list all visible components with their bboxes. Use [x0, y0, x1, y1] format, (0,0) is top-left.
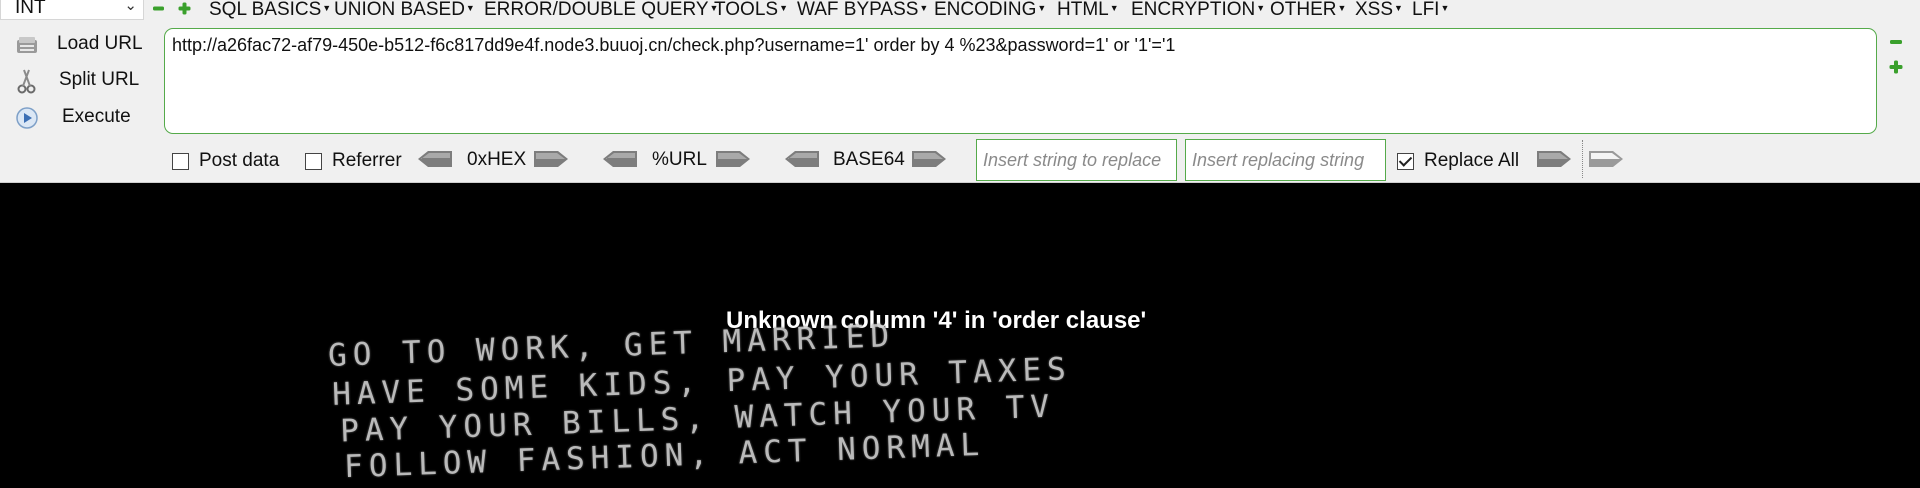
- right-arrow-icon[interactable]: [1537, 150, 1571, 168]
- dropdown-arrow-icon: ▼: [779, 3, 788, 13]
- split-url-icon: [17, 69, 36, 94]
- dropdown-arrow-icon: ▼: [1109, 3, 1119, 13]
- right-arrow-icon[interactable]: [1589, 150, 1623, 168]
- menu-html[interactable]: HTML▼: [1057, 0, 1119, 21]
- url-text: http://a26fac72-af79-450e-b512-f6c817dd9…: [172, 35, 1176, 55]
- menu-encryption[interactable]: ENCRYPTION▼: [1131, 0, 1265, 21]
- right-arrow-icon[interactable]: [912, 150, 946, 168]
- menu-error-double-query[interactable]: ERROR/DOUBLE QUERY▼: [484, 0, 718, 21]
- dropdown-arrow-icon: ▼: [1337, 3, 1347, 13]
- post-data-checkbox[interactable]: Post data: [172, 150, 279, 172]
- menu-xss[interactable]: XSS▼: [1355, 0, 1403, 21]
- hackbar-panel: INT ⌄ SQL BASICS▼ UNION BASED▼ ERROR/DOU…: [0, 0, 1920, 183]
- left-arrow-icon[interactable]: [418, 150, 452, 168]
- dropdown-arrow-icon: ▼: [1037, 3, 1047, 13]
- menu-union-based[interactable]: UNION BASED▼: [334, 0, 475, 21]
- left-arrow-icon[interactable]: [603, 150, 637, 168]
- referrer-checkbox[interactable]: Referrer: [305, 150, 402, 172]
- injection-type-value: INT: [15, 0, 46, 18]
- plus-icon[interactable]: [1888, 59, 1904, 75]
- replace-with-input[interactable]: [1185, 139, 1386, 181]
- dropdown-arrow-icon: ▼: [919, 3, 929, 13]
- hackbar-menubar: INT ⌄ SQL BASICS▼ UNION BASED▼ ERROR/DOU…: [0, 0, 1920, 20]
- menu-encoding[interactable]: ENCODING▼: [934, 0, 1046, 21]
- plus-icon[interactable]: [178, 2, 191, 15]
- replace-find-input[interactable]: [976, 139, 1177, 181]
- toolbar-separator: [1582, 140, 1583, 178]
- base64-encode-label: BASE64: [833, 149, 905, 170]
- minus-icon[interactable]: [1888, 34, 1904, 50]
- referrer-checkbox-box[interactable]: [305, 152, 322, 170]
- url-textarea[interactable]: http://a26fac72-af79-450e-b512-f6c817dd9…: [164, 28, 1877, 134]
- page-content: Unknown column '4' in 'order clause' GO …: [0, 183, 1920, 488]
- dropdown-arrow-icon: ▼: [1394, 3, 1403, 13]
- menu-tools[interactable]: TOOLS▼: [714, 0, 788, 21]
- replace-all-checkbox[interactable]: Replace All: [1397, 150, 1519, 172]
- left-arrow-icon[interactable]: [785, 150, 819, 168]
- post-data-checkbox-box[interactable]: [172, 152, 189, 170]
- dropdown-arrow-icon: ▼: [1440, 3, 1450, 13]
- right-arrow-icon[interactable]: [534, 150, 568, 168]
- split-url-button[interactable]: Split URL: [10, 66, 150, 96]
- execute-button[interactable]: Execute: [10, 103, 150, 133]
- load-url-button[interactable]: Load URL: [10, 30, 150, 60]
- minus-icon[interactable]: [152, 2, 165, 15]
- hex-encode-label: 0xHEX: [467, 149, 527, 170]
- injection-type-select[interactable]: INT ⌄: [0, 0, 144, 20]
- execute-icon: [16, 107, 38, 129]
- right-arrow-icon[interactable]: [716, 150, 750, 168]
- dropdown-arrow-icon: ▼: [322, 3, 332, 13]
- load-url-icon: [17, 37, 37, 53]
- replace-all-checkbox-box[interactable]: [1397, 152, 1414, 170]
- menu-other[interactable]: OTHER▼: [1270, 0, 1346, 21]
- menu-sql-basics[interactable]: SQL BASICS▼: [209, 0, 331, 21]
- chevron-down-icon: ⌄: [124, 0, 137, 14]
- dropdown-arrow-icon: ▼: [465, 3, 475, 13]
- dropdown-arrow-icon: ▼: [1256, 3, 1266, 13]
- menu-lfi[interactable]: LFI▼: [1412, 0, 1449, 21]
- menu-waf-bypass[interactable]: WAF BYPASS▼: [797, 0, 928, 21]
- url-encode-label: %URL: [652, 149, 707, 170]
- background-poster-image: GO TO WORK, GET MARRIED HAVE SOME KIDS, …: [320, 318, 1160, 488]
